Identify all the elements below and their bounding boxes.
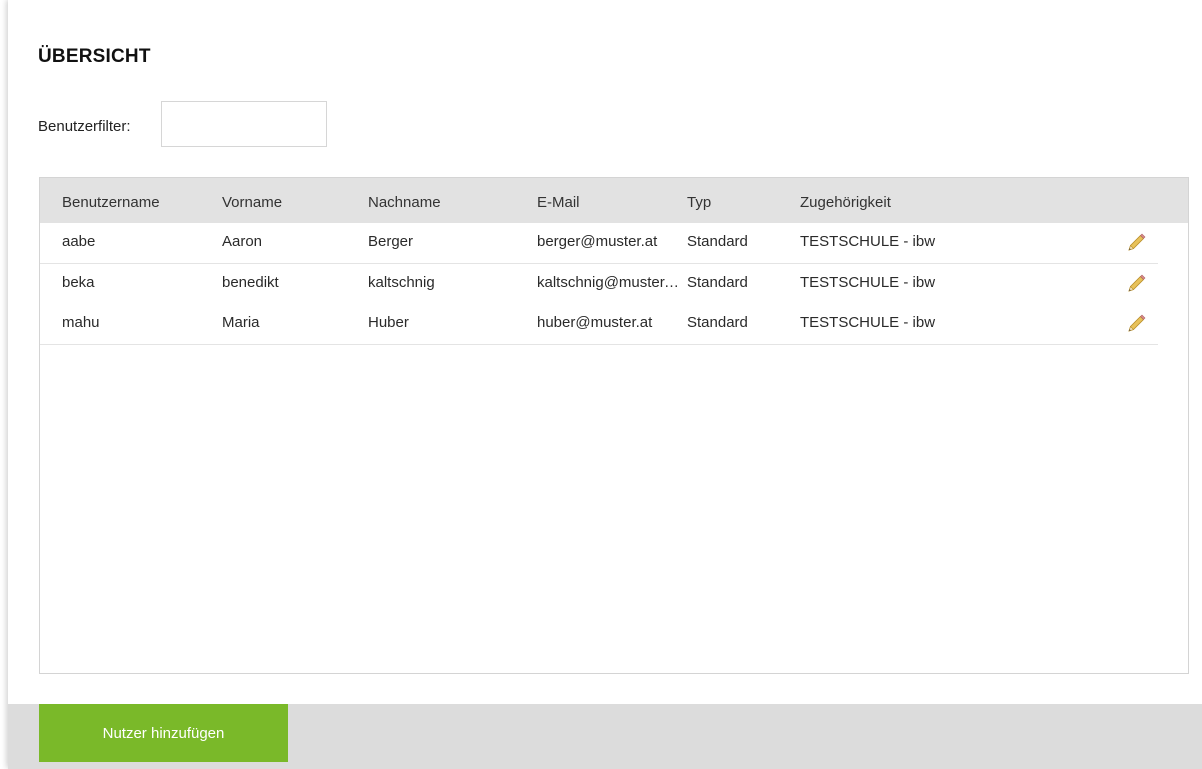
- table-row[interactable]: aabe Aaron Berger berger@muster.at Stand…: [40, 223, 1158, 264]
- footer-bar: Nutzer hinzufügen: [8, 704, 1202, 769]
- table-row[interactable]: beka benedikt kaltschnig kaltschnig@must…: [40, 264, 1158, 305]
- cell-lastname: Huber: [368, 314, 409, 331]
- cell-email: berger@muster.at: [537, 233, 658, 250]
- add-user-button[interactable]: Nutzer hinzufügen: [39, 704, 288, 762]
- overview-panel: ÜBERSICHT Benutzerfilter: Benutzername V…: [8, 0, 1202, 769]
- cell-type: Standard: [687, 274, 748, 291]
- table-row[interactable]: mahu Maria Huber huber@muster.at Standar…: [40, 304, 1158, 345]
- cell-lastname: kaltschnig: [368, 274, 435, 291]
- cell-firstname: benedikt: [222, 274, 279, 291]
- cell-email: huber@muster.at: [537, 314, 653, 331]
- cell-firstname: Aaron: [222, 233, 263, 250]
- user-filter-input[interactable]: [161, 101, 327, 147]
- cell-type: Standard: [687, 314, 748, 331]
- pencil-icon[interactable]: [1125, 313, 1147, 335]
- cell-firstname: Maria: [222, 314, 260, 331]
- cell-username: beka: [62, 274, 95, 291]
- cell-affiliation: TESTSCHULE - ibw: [800, 274, 936, 291]
- column-header-email[interactable]: E-Mail: [537, 194, 679, 211]
- pencil-icon[interactable]: [1125, 232, 1147, 254]
- column-header-type[interactable]: Typ: [687, 194, 783, 211]
- table-header: Benutzername Vorname Nachname E-Mail Typ…: [40, 178, 1188, 223]
- cell-email: kaltschnig@muster.at: [537, 274, 679, 291]
- cell-lastname: Berger: [368, 233, 414, 250]
- column-header-affiliation[interactable]: Zugehörigkeit: [800, 194, 1100, 211]
- cell-affiliation: TESTSCHULE - ibw: [800, 233, 936, 250]
- users-table: Benutzername Vorname Nachname E-Mail Typ…: [39, 177, 1189, 674]
- cell-affiliation: TESTSCHULE - ibw: [800, 314, 936, 331]
- pencil-icon[interactable]: [1125, 273, 1147, 295]
- column-header-lastname[interactable]: Nachname: [368, 194, 528, 211]
- column-header-username[interactable]: Benutzername: [62, 194, 212, 211]
- cell-username: mahu: [62, 314, 100, 331]
- column-header-firstname[interactable]: Vorname: [222, 194, 357, 211]
- page-title: ÜBERSICHT: [38, 46, 151, 67]
- user-filter-label: Benutzerfilter:: [38, 118, 131, 135]
- cell-type: Standard: [687, 233, 748, 250]
- cell-username: aabe: [62, 233, 96, 250]
